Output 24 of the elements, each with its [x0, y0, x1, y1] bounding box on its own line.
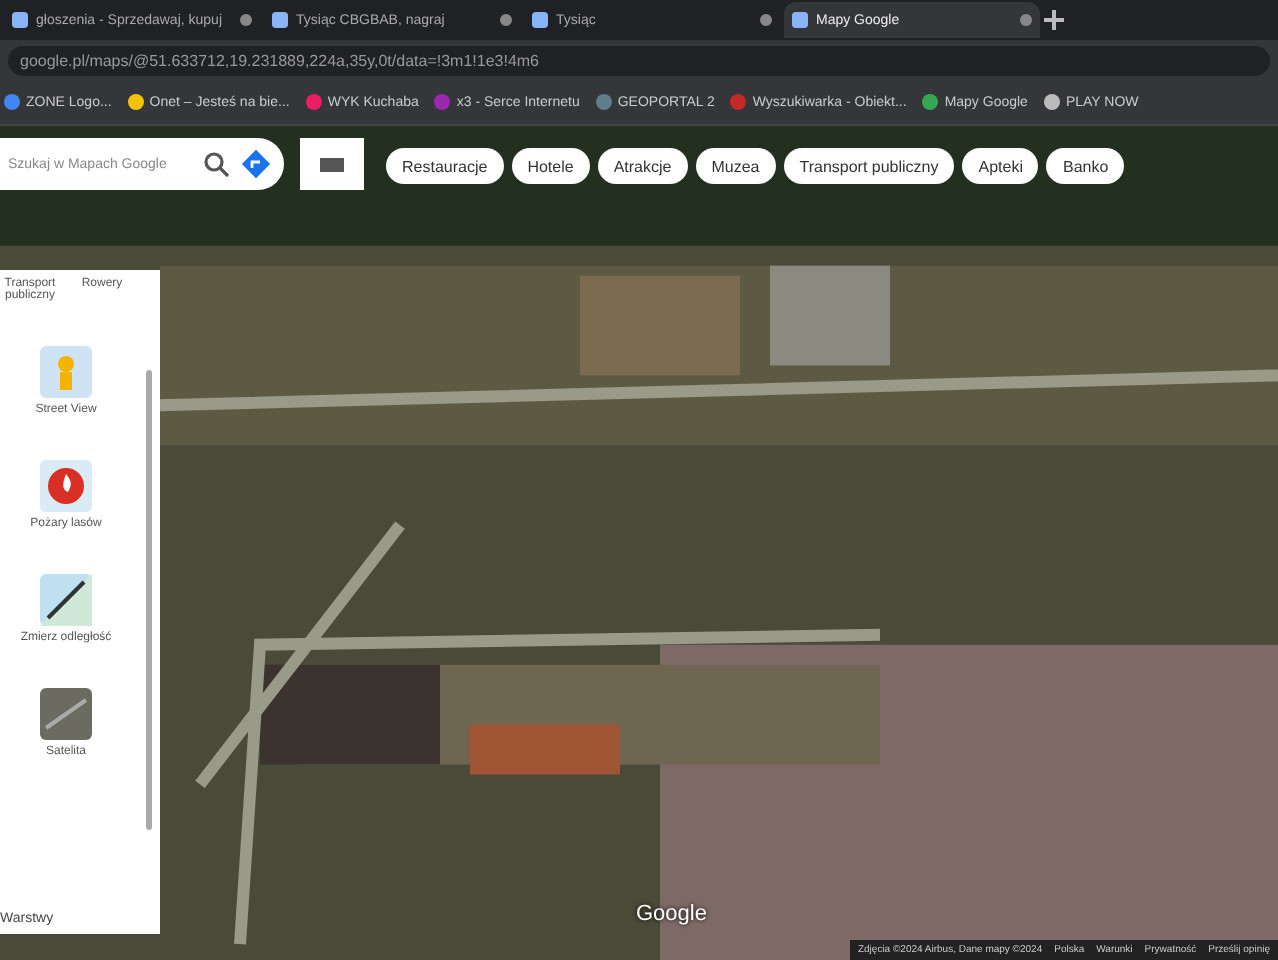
category-chip[interactable]: Muzea — [695, 148, 776, 184]
close-icon[interactable] — [1020, 14, 1032, 26]
satellite-thumbnail-icon — [40, 688, 92, 740]
close-icon[interactable] — [240, 14, 252, 26]
page-icon — [272, 12, 288, 28]
category-chip[interactable]: Hotele — [511, 148, 590, 184]
ruler-icon — [40, 574, 92, 626]
address-field[interactable]: google.pl/maps/@51.633712,19.231889,224a,35y,0t/data=!3m1!1e3!4m6 — [8, 45, 1270, 75]
page-icon — [792, 12, 808, 28]
scrollbar[interactable] — [146, 370, 152, 830]
category-chip[interactable]: Atrakcje — [597, 148, 688, 184]
search-icon[interactable] — [202, 150, 230, 178]
google-logo: Google — [636, 902, 707, 926]
close-icon[interactable] — [760, 14, 772, 26]
flame-icon — [40, 460, 92, 512]
input-tools-button[interactable] — [300, 138, 364, 190]
page-icon — [532, 12, 548, 28]
category-chip[interactable]: Banko — [1046, 148, 1125, 184]
category-chip[interactable]: Apteki — [962, 148, 1039, 184]
category-chip[interactable]: Transport publiczny — [783, 148, 955, 184]
page-icon — [12, 12, 28, 28]
pegman-icon — [40, 346, 92, 398]
category-chip[interactable]: Restauracje — [386, 148, 504, 184]
close-icon[interactable] — [500, 14, 512, 26]
